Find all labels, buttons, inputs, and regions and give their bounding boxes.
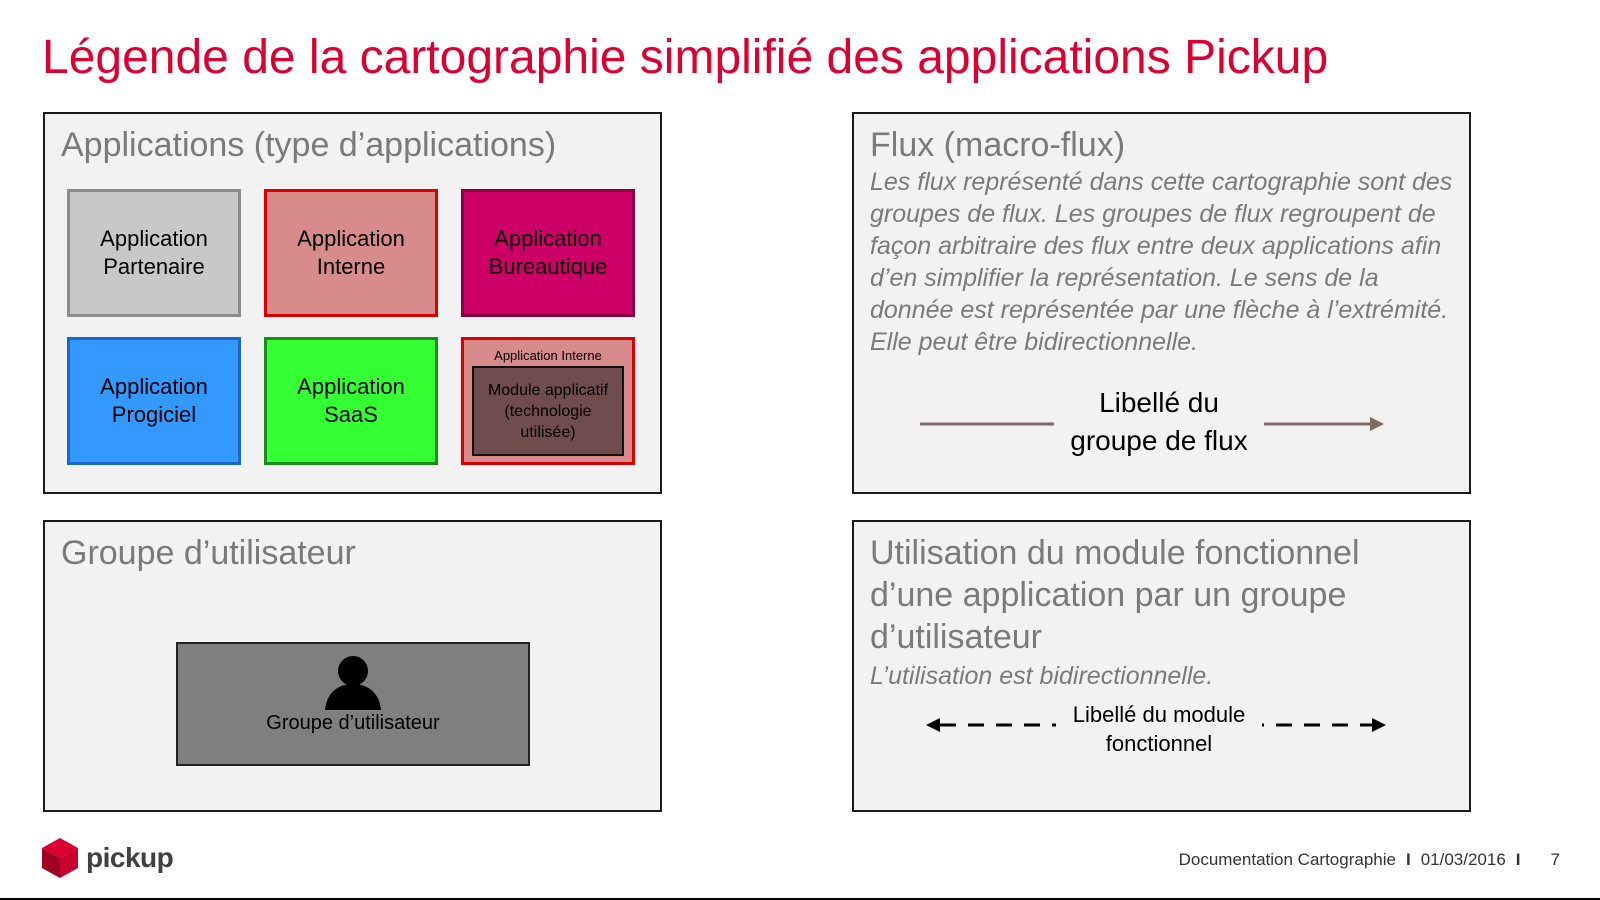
- usage-arrowhead-right-icon: [1372, 718, 1386, 732]
- app-saas-line1: Application: [297, 374, 405, 399]
- flux-panel: Flux (macro-flux) Les flux représenté da…: [852, 112, 1471, 494]
- app-interne-line1: Application: [297, 226, 405, 251]
- app-progiciel-line1: Application: [100, 374, 208, 399]
- app-interne-line2: Interne: [316, 254, 386, 279]
- module-applicatif-label: Module applicatif (technologie utilisée): [487, 381, 609, 441]
- pickup-cube-icon: [42, 838, 78, 878]
- app-saas-box: Application SaaS: [264, 337, 438, 465]
- flux-heading: Flux (macro-flux): [870, 126, 1126, 164]
- app-partenaire-line2: Partenaire: [103, 254, 205, 279]
- pickup-logo-text: pickup: [86, 842, 174, 873]
- app-bureautique-line1: Application: [494, 226, 602, 251]
- app-partenaire-box: Application Partenaire: [67, 189, 241, 317]
- footer-page-number: 7: [1550, 850, 1560, 869]
- app-saas-line2: SaaS: [324, 402, 378, 427]
- applications-panel: Applications (type d’applications) Appli…: [43, 112, 662, 494]
- app-bureautique-line2: Bureautique: [488, 254, 608, 279]
- app-bureautique-box: Application Bureautique: [461, 189, 635, 317]
- app-progiciel-line2: Progiciel: [111, 402, 197, 427]
- flux-arrow-label: Libellé du groupe de flux: [1054, 384, 1264, 460]
- app-interne-box: Application Interne: [264, 189, 438, 317]
- flux-arrowhead-icon: [1370, 417, 1384, 431]
- applications-heading: Applications (type d’applications): [61, 126, 557, 164]
- footer-info: Documentation Cartographie I 01/03/2016 …: [1179, 850, 1560, 870]
- usage-heading: Utilisation du module fonctionnel d’une …: [870, 534, 1360, 656]
- module-applicatif-box: Module applicatif (technologie utilisée): [472, 366, 624, 456]
- pickup-logo: pickup: [42, 838, 174, 878]
- app-progiciel-box: Application Progiciel: [67, 337, 241, 465]
- usage-description: L’utilisation est bidirectionnelle.: [870, 662, 1214, 690]
- footer-doc-title: Documentation Cartographie: [1178, 850, 1396, 869]
- app-interne-module-caption: Application Interne: [494, 348, 602, 363]
- user-group-box-label: Groupe d’utilisateur: [266, 712, 440, 734]
- usage-panel: Utilisation du module fonctionnel d’une …: [852, 520, 1471, 812]
- app-interne-module-box: Application Interne Module applicatif (t…: [461, 337, 635, 465]
- app-partenaire-line1: Application: [100, 226, 208, 251]
- user-group-heading: Groupe d’utilisateur: [61, 534, 356, 572]
- user-icon: [325, 656, 381, 710]
- user-group-box: Groupe d’utilisateur: [176, 642, 530, 766]
- usage-arrowhead-left-icon: [926, 718, 940, 732]
- usage-arrow-label: Libellé du module fonctionnel: [1056, 700, 1262, 758]
- slide-title: Légende de la cartographie simplifié des…: [42, 31, 1329, 84]
- user-group-panel: Groupe d’utilisateur Groupe d’utilisateu…: [43, 520, 662, 812]
- footer-date: 01/03/2016: [1420, 850, 1506, 869]
- footer-separator: I: [1515, 850, 1521, 869]
- footer-separator: I: [1405, 850, 1411, 869]
- flux-description: Les flux représenté dans cette cartograp…: [870, 168, 1453, 356]
